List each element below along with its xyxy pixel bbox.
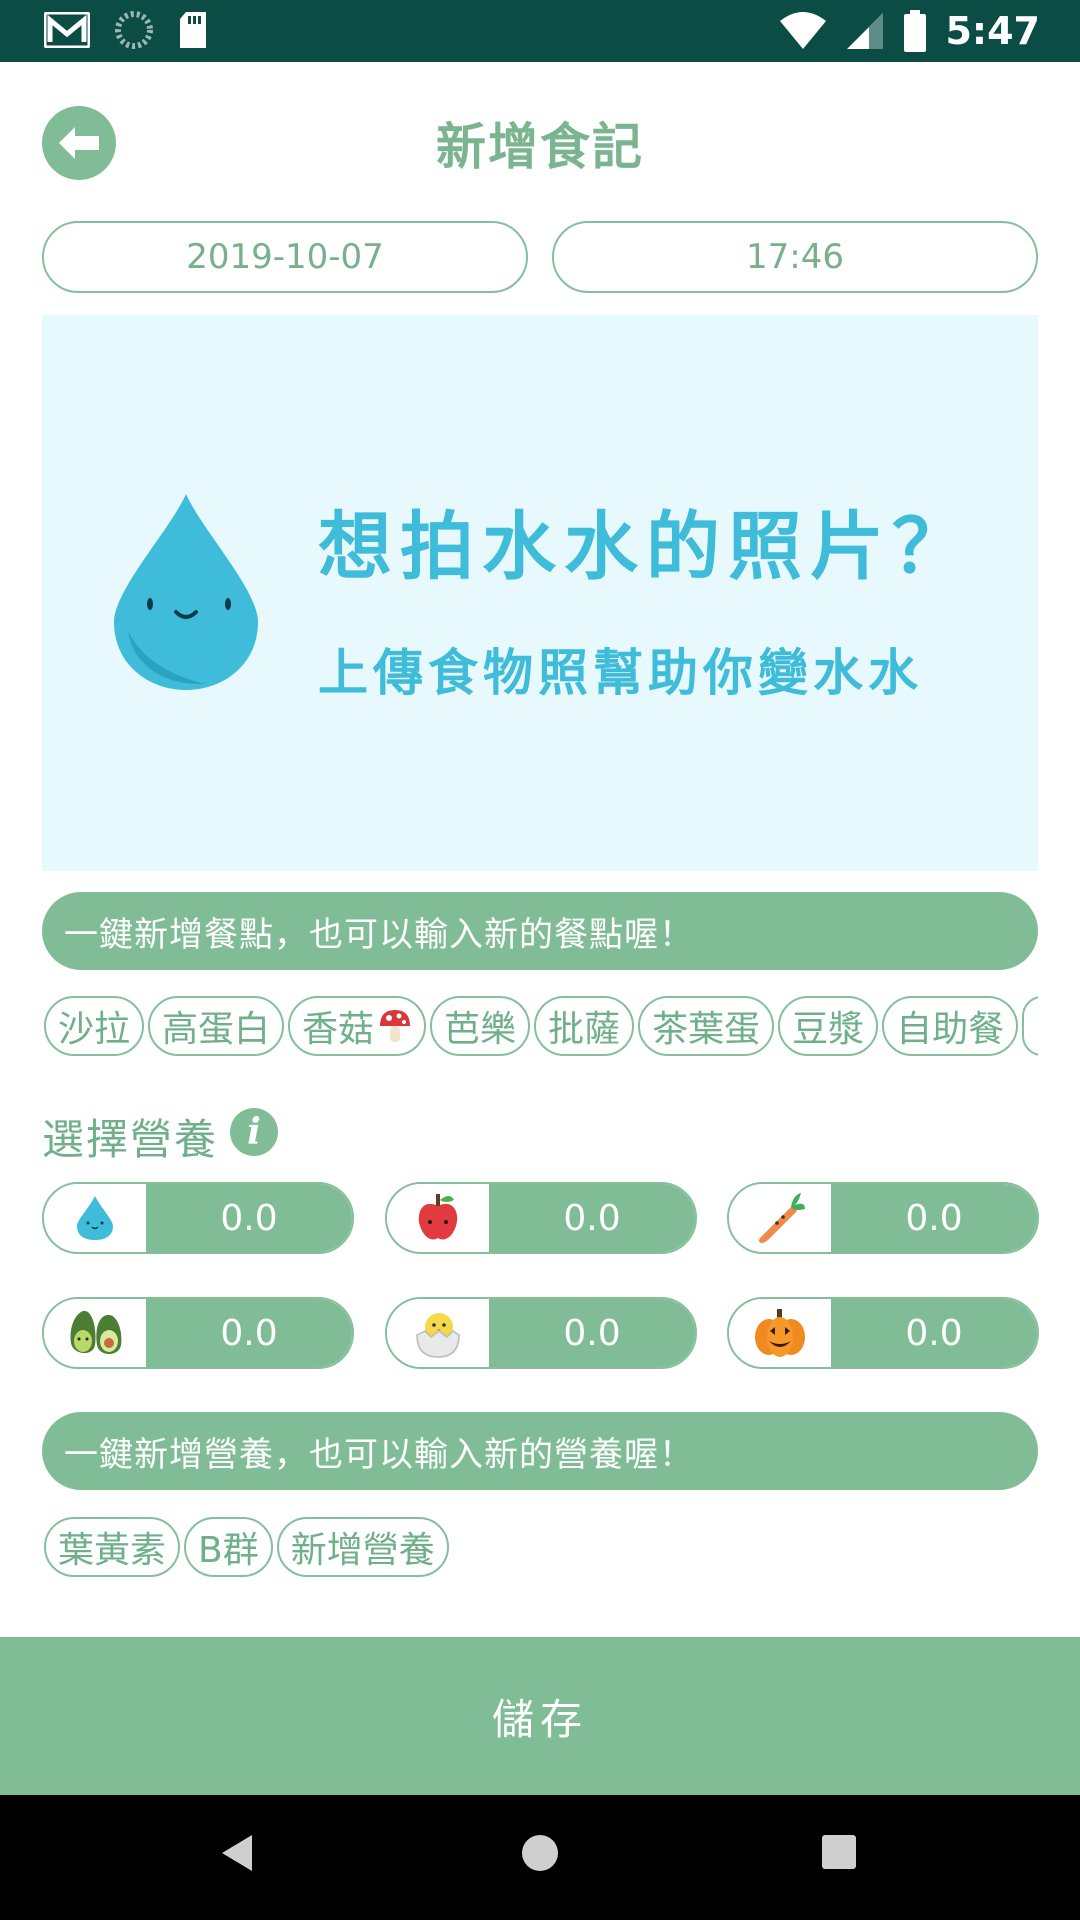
carrot-icon — [729, 1184, 831, 1252]
time-picker[interactable]: 17:46 — [552, 221, 1038, 293]
meal-tag-overflow[interactable] — [1022, 996, 1038, 1056]
nutrition-fat-field[interactable]: 0.0 — [42, 1297, 354, 1369]
meal-tag[interactable]: 芭樂 — [430, 996, 531, 1056]
info-icon[interactable]: i — [230, 1108, 278, 1156]
nutrition-tag-list: 葉黃素 B群 新增營養 — [44, 1517, 1038, 1577]
gmail-icon — [44, 12, 90, 48]
avocado-icon — [44, 1299, 146, 1367]
nutrition-tag[interactable]: B群 — [184, 1517, 273, 1577]
nutrition-value: 0.0 — [831, 1184, 1037, 1252]
upload-title: 想拍水水的照片？ — [318, 504, 974, 590]
sync-progress-icon — [115, 11, 153, 49]
nutrition-water-field[interactable]: 0.0 — [42, 1182, 354, 1254]
meal-tag[interactable]: 自助餐 — [882, 996, 1019, 1056]
battery-icon — [904, 10, 927, 52]
nutrition-tag[interactable]: 葉黃素 — [44, 1517, 181, 1577]
nutrition-fruit-field[interactable]: 0.0 — [385, 1182, 697, 1254]
nutrition-protein-field[interactable]: 0.0 — [385, 1297, 697, 1369]
nutrition-value: 0.0 — [831, 1299, 1037, 1367]
nutrition-value: 0.0 — [146, 1184, 352, 1252]
meal-tag[interactable]: 豆漿 — [778, 996, 879, 1056]
meal-tag[interactable]: 香菇 — [288, 996, 427, 1056]
chick-egg-icon — [387, 1299, 489, 1367]
mushroom-icon — [380, 1010, 411, 1042]
water-drop-mascot-icon — [114, 494, 258, 690]
nutrition-value: 0.0 — [489, 1184, 695, 1252]
meal-input-hint[interactable]: 一鍵新增餐點，也可以輸入新的餐點喔！ — [42, 892, 1038, 970]
apple-icon — [387, 1184, 489, 1252]
meal-tag[interactable]: 沙拉 — [44, 996, 145, 1056]
upload-subtitle: 上傳食物照幫助你變水水 — [318, 644, 923, 702]
nutrition-section-label: 選擇營養 — [42, 1115, 219, 1164]
nutrition-starch-field[interactable]: 0.0 — [727, 1297, 1039, 1369]
meal-tag[interactable]: 高蛋白 — [148, 996, 285, 1056]
nav-home-icon[interactable] — [522, 1835, 558, 1871]
meal-tag[interactable]: 茶葉蛋 — [638, 996, 775, 1056]
meal-tag-list: 沙拉 高蛋白 香菇 芭樂 批薩 茶葉蛋 豆漿 自助餐 — [44, 996, 1038, 1056]
nutrition-value: 0.0 — [146, 1299, 352, 1367]
water-drop-icon — [44, 1184, 146, 1252]
navigation-bar — [0, 1795, 1080, 1920]
pumpkin-icon — [729, 1299, 831, 1367]
nutrition-input-hint[interactable]: 一鍵新增營養，也可以輸入新的營養喔！ — [42, 1412, 1038, 1490]
nutrition-vegetable-field[interactable]: 0.0 — [727, 1182, 1039, 1254]
photo-upload-panel[interactable]: 想拍水水的照片？ 上傳食物照幫助你變水水 — [42, 315, 1038, 871]
meal-tag[interactable]: 批薩 — [534, 996, 635, 1056]
sd-card-icon — [180, 12, 206, 48]
cell-signal-icon — [847, 13, 884, 49]
save-button[interactable]: 儲存 — [0, 1637, 1080, 1795]
nav-back-icon[interactable] — [220, 1833, 254, 1873]
nav-recent-apps-icon[interactable] — [822, 1835, 856, 1869]
add-nutrition-tag[interactable]: 新增營養 — [276, 1517, 449, 1577]
date-picker[interactable]: 2019-10-07 — [42, 221, 528, 293]
status-bar: 5:47 — [0, 0, 1080, 62]
clock: 5:47 — [945, 9, 1040, 53]
meal-tag-label: 香菇 — [302, 1009, 375, 1050]
wifi-icon — [780, 12, 827, 49]
page-title: 新增食記 — [436, 118, 644, 176]
nutrition-value: 0.0 — [489, 1299, 695, 1367]
